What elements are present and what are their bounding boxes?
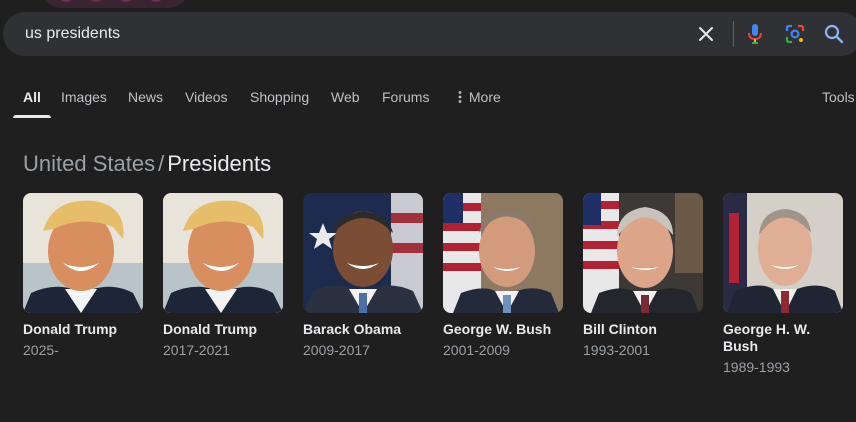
president-photo — [163, 193, 283, 313]
search-icon[interactable] — [822, 22, 846, 46]
president-card[interactable]: George W. Bush 2001-2009 — [443, 193, 563, 359]
president-photo — [23, 193, 143, 313]
president-name: George W. Bush — [443, 321, 552, 337]
search-divider — [733, 21, 734, 47]
president-photo — [303, 193, 423, 313]
president-card[interactable]: Donald Trump 2025- — [23, 193, 143, 359]
breadcrumb-parent[interactable]: United States — [23, 151, 155, 176]
president-years: 2001-2009 — [443, 342, 510, 358]
president-photo — [583, 193, 703, 313]
tools-button[interactable]: Tools — [822, 88, 855, 118]
president-name: Bill Clinton — [583, 321, 657, 337]
president-years: 2025- — [23, 342, 59, 358]
doodle-dot — [90, 0, 102, 2]
president-name: Barack Obama — [303, 321, 402, 337]
search-bar: us presidents — [3, 12, 856, 56]
close-icon[interactable] — [694, 22, 718, 46]
president-name: Donald Trump — [163, 321, 258, 337]
vertical-dots-icon — [458, 91, 462, 103]
tab-more[interactable]: More — [455, 88, 501, 118]
search-input[interactable]: us presidents — [25, 25, 120, 43]
camera-lens-icon[interactable] — [783, 22, 807, 46]
president-photo — [723, 193, 843, 313]
doodle-dot — [60, 0, 72, 2]
president-name: George H. W. Bush — [723, 321, 811, 354]
president-card[interactable]: Barack Obama 2009-2017 — [303, 193, 423, 359]
doodle-logo[interactable] — [40, 0, 190, 8]
tab-news[interactable]: News — [128, 88, 163, 118]
tab-shopping[interactable]: Shopping — [250, 88, 309, 118]
president-photo — [443, 193, 563, 313]
president-card[interactable]: Bill Clinton 1993-2001 — [583, 193, 703, 359]
president-name: Donald Trump — [23, 321, 118, 337]
president-card[interactable]: George H. W. Bush 1989-1993 — [723, 193, 843, 376]
breadcrumb-separator: / — [158, 151, 165, 176]
tab-more-label: More — [468, 89, 501, 105]
president-card[interactable]: Donald Trump 2017-2021 — [163, 193, 283, 359]
tab-images[interactable]: Images — [61, 88, 107, 118]
doodle-dot — [150, 0, 162, 2]
tab-all[interactable]: All — [13, 88, 51, 118]
microphone-icon[interactable] — [743, 22, 767, 46]
breadcrumb-current: Presidents — [167, 151, 272, 176]
breadcrumb: United States / Presidents — [23, 151, 271, 177]
search-tabs: All Images News Videos Shopping Web Foru… — [0, 88, 856, 118]
president-years: 2017-2021 — [163, 342, 230, 358]
president-years: 1989-1993 — [723, 359, 790, 375]
tab-videos[interactable]: Videos — [185, 88, 228, 118]
tab-forums[interactable]: Forums — [382, 88, 429, 118]
tab-web[interactable]: Web — [331, 88, 360, 118]
president-years: 2009-2017 — [303, 342, 370, 358]
doodle-dot — [120, 0, 132, 2]
president-years: 1993-2001 — [583, 342, 650, 358]
